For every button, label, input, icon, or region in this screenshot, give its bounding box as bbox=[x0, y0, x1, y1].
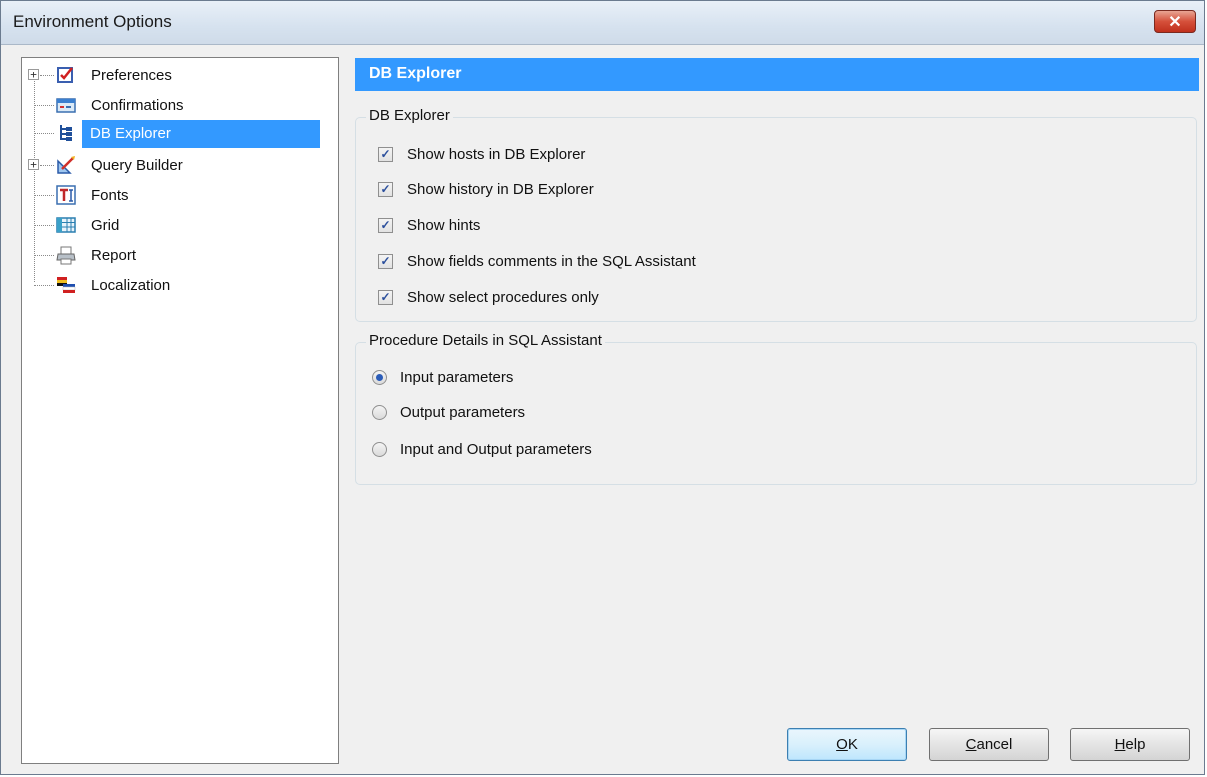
title-bar: Environment Options ✕ bbox=[1, 1, 1204, 45]
checkbox-label: Show history in DB Explorer bbox=[407, 181, 594, 198]
cancel-mnemonic: C bbox=[965, 736, 977, 753]
ok-label: K bbox=[847, 736, 858, 753]
tree-item-label: Query Builder bbox=[91, 157, 183, 174]
grid-icon bbox=[56, 217, 76, 233]
expand-icon[interactable]: + bbox=[28, 159, 39, 170]
tree-item-label: Confirmations bbox=[91, 97, 184, 114]
tree-item-label: Grid bbox=[91, 217, 120, 234]
db-explorer-groupbox: DB Explorer ✓ Show hosts in DB Explorer … bbox=[355, 107, 1197, 322]
tree-connector bbox=[34, 225, 54, 226]
environment-options-window: Environment Options ✕ + Preferences Conf… bbox=[0, 0, 1205, 775]
group-title: DB Explorer bbox=[366, 107, 453, 124]
radio-selected-icon[interactable] bbox=[372, 370, 387, 385]
procedure-details-groupbox: Procedure Details in SQL Assistant Input… bbox=[355, 332, 1197, 485]
cancel-label: ancel bbox=[976, 736, 1013, 753]
tree-item-label: DB Explorer bbox=[82, 120, 320, 148]
tree-item-preferences[interactable]: + Preferences bbox=[22, 62, 338, 90]
checkbox-label: Show hints bbox=[407, 217, 481, 234]
preferences-icon bbox=[57, 67, 73, 83]
tree-item-fonts[interactable]: Fonts bbox=[22, 182, 338, 210]
tree-connector bbox=[40, 165, 54, 166]
radio-unselected-icon[interactable] bbox=[372, 442, 387, 457]
tree-item-label: Report bbox=[91, 247, 137, 264]
query-builder-icon bbox=[57, 156, 75, 174]
tree-connector bbox=[34, 105, 54, 106]
tree-connector bbox=[34, 133, 54, 134]
tree-item-localization[interactable]: Localization bbox=[22, 272, 338, 300]
ok-button[interactable]: OK bbox=[787, 728, 907, 761]
radio-unselected-icon[interactable] bbox=[372, 405, 387, 420]
checkbox-checked-icon[interactable]: ✓ bbox=[378, 218, 393, 233]
options-tree[interactable]: + Preferences Confirmations DB Explorer … bbox=[21, 57, 339, 764]
help-label: elp bbox=[1125, 736, 1146, 753]
window-title: Environment Options bbox=[13, 12, 172, 31]
tree-connector bbox=[34, 195, 54, 196]
radio-label: Input and Output parameters bbox=[400, 441, 592, 458]
checkbox-checked-icon[interactable]: ✓ bbox=[378, 254, 393, 269]
tree-item-label: Fonts bbox=[91, 187, 129, 204]
tree-item-grid[interactable]: Grid bbox=[22, 212, 338, 240]
db-explorer-icon bbox=[60, 125, 72, 141]
cancel-button[interactable]: Cancel bbox=[929, 728, 1049, 761]
section-header: DB Explorer bbox=[355, 58, 1199, 91]
localization-icon bbox=[57, 277, 76, 293]
radio-label: Input parameters bbox=[400, 369, 514, 386]
help-mnemonic: H bbox=[1114, 736, 1126, 753]
ok-mnemonic: O bbox=[836, 736, 848, 753]
checkbox-label: Show select procedures only bbox=[407, 289, 599, 306]
section-title: DB Explorer bbox=[369, 65, 462, 82]
close-button[interactable]: ✕ bbox=[1154, 10, 1196, 33]
checkbox-checked-icon[interactable]: ✓ bbox=[378, 182, 393, 197]
tree-connector bbox=[34, 255, 54, 256]
fonts-icon bbox=[56, 185, 76, 205]
confirmations-icon bbox=[56, 98, 76, 113]
checkbox-label: Show hosts in DB Explorer bbox=[407, 146, 586, 163]
report-icon bbox=[56, 246, 76, 265]
group-title: Procedure Details in SQL Assistant bbox=[366, 332, 605, 349]
close-icon: ✕ bbox=[1168, 13, 1182, 31]
tree-item-db-explorer[interactable]: DB Explorer bbox=[22, 120, 338, 148]
checkbox-label: Show fields comments in the SQL Assistan… bbox=[407, 253, 696, 270]
tree-item-report[interactable]: Report bbox=[22, 242, 338, 270]
tree-item-confirmations[interactable]: Confirmations bbox=[22, 92, 338, 120]
tree-connector bbox=[40, 75, 54, 76]
checkbox-checked-icon[interactable]: ✓ bbox=[378, 290, 393, 305]
radio-label: Output parameters bbox=[400, 404, 526, 421]
tree-connector bbox=[34, 285, 54, 286]
tree-item-label: Localization bbox=[91, 277, 171, 294]
tree-item-label: Preferences bbox=[91, 67, 172, 84]
help-button[interactable]: Help bbox=[1070, 728, 1190, 761]
expand-icon[interactable]: + bbox=[28, 69, 39, 80]
tree-item-query-builder[interactable]: + Query Builder bbox=[22, 152, 338, 180]
checkbox-checked-icon[interactable]: ✓ bbox=[378, 147, 393, 162]
